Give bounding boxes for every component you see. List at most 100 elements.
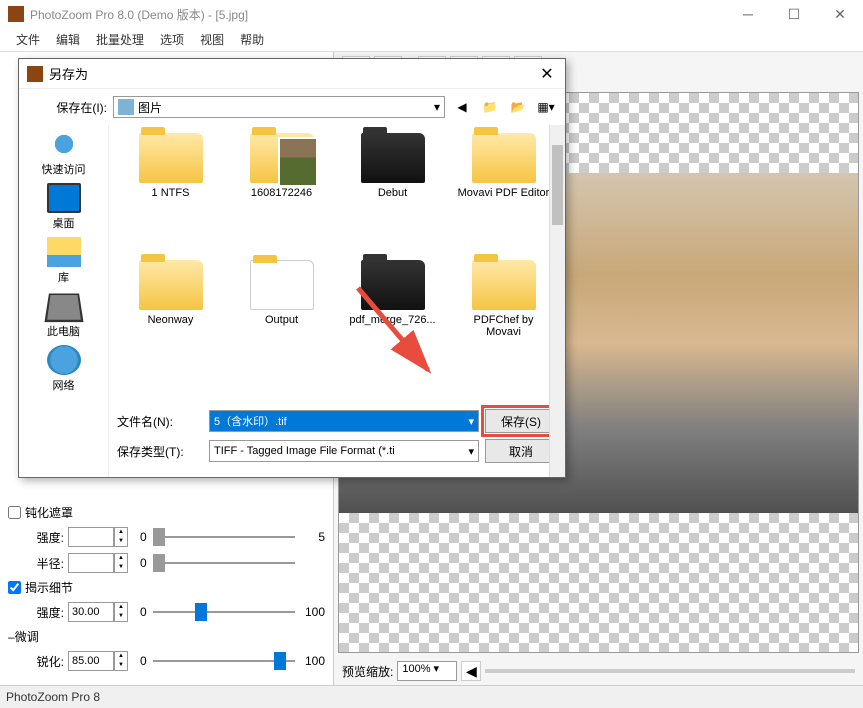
radius-slider[interactable]: [153, 553, 295, 573]
filename-input[interactable]: 5（含水印）.tif▾: [209, 410, 479, 432]
unsharp-mask-checkbox[interactable]: [8, 506, 21, 519]
save-as-dialog: 另存为 ✕ 保存在(I): 图片 ▾ ◀ 📁 📂 ▦▾ 快速访问桌面库此电脑网络…: [18, 58, 566, 478]
unsharp-mask-label: 钝化遮罩: [25, 504, 73, 521]
strength2-spinner[interactable]: ▲▼: [114, 602, 128, 622]
back-button[interactable]: ◀: [451, 96, 473, 118]
minimize-button[interactable]: ─: [725, 0, 771, 28]
place-label: 网络: [53, 377, 75, 393]
folder-icon: [472, 133, 536, 183]
file-label: Movavi PDF Editor: [458, 187, 550, 199]
fine-tune-header: – 微调: [8, 628, 325, 645]
folder-icon: [118, 99, 134, 115]
place-star[interactable]: 快速访问: [42, 129, 86, 177]
fine-tune-label: 微调: [15, 628, 39, 645]
dialog-close-button[interactable]: ✕: [537, 64, 557, 84]
app-icon: [8, 6, 24, 22]
sharp-min: 0: [140, 654, 147, 668]
strength2-label: 强度:: [8, 604, 64, 621]
new-folder-button[interactable]: 📂: [507, 96, 529, 118]
file-item[interactable]: 1 NTFS: [117, 133, 224, 256]
strength2-input[interactable]: [68, 602, 114, 622]
zoom-slider[interactable]: [485, 669, 855, 673]
menu-edit[interactable]: 编辑: [48, 29, 88, 50]
star-icon: [47, 129, 81, 159]
pc-icon: [44, 294, 83, 323]
place-desktop[interactable]: 桌面: [47, 183, 81, 231]
file-label: 1608172246: [251, 187, 312, 199]
cancel-button[interactable]: 取消: [485, 439, 557, 463]
close-button[interactable]: ✕: [817, 0, 863, 28]
file-item[interactable]: Movavi PDF Editor: [450, 133, 557, 256]
radius-input[interactable]: [68, 553, 114, 573]
dialog-location-bar: 保存在(I): 图片 ▾ ◀ 📁 📂 ▦▾: [19, 89, 565, 125]
place-net[interactable]: 网络: [47, 345, 81, 393]
radius-spinner[interactable]: ▲▼: [114, 553, 128, 573]
view-mode-button[interactable]: ▦▾: [535, 96, 557, 118]
strength1-slider[interactable]: [153, 527, 295, 547]
place-lib[interactable]: 库: [47, 237, 81, 285]
place-label: 此电脑: [47, 323, 80, 339]
file-item[interactable]: pdf_merge_726...: [339, 260, 446, 395]
radius-label: 半径:: [8, 555, 64, 572]
menubar: 文件 编辑 批量处理 选项 视图 帮助: [0, 28, 863, 52]
menu-file[interactable]: 文件: [8, 29, 48, 50]
folder-icon: [250, 133, 314, 183]
unsharp-mask-header: 钝化遮罩: [8, 504, 325, 521]
sharp-input[interactable]: [68, 651, 114, 671]
reveal-detail-checkbox[interactable]: [8, 581, 21, 594]
radius-min: 0: [140, 556, 147, 570]
window-titlebar: PhotoZoom Pro 8.0 (Demo 版本) - [5.jpg] ─ …: [0, 0, 863, 28]
file-item[interactable]: Debut: [339, 133, 446, 256]
menu-view[interactable]: 视图: [192, 29, 232, 50]
folder-icon: [361, 260, 425, 310]
menu-options[interactable]: 选项: [152, 29, 192, 50]
sharp-label: 锐化:: [8, 653, 64, 670]
save-button[interactable]: 保存(S): [485, 409, 557, 433]
file-grid[interactable]: 1 NTFS 1608172246 Debut Movavi PDF Editor Ne…: [109, 125, 565, 403]
strength1-max: 5: [301, 530, 325, 544]
sharp-spinner[interactable]: ▲▼: [114, 651, 128, 671]
up-button[interactable]: 📁: [479, 96, 501, 118]
strength1-min: 0: [140, 530, 147, 544]
folder-icon: [139, 260, 203, 310]
zoom-select[interactable]: 100% ▾: [397, 661, 457, 681]
folder-icon: [139, 133, 203, 183]
filetype-label: 保存类型(T):: [117, 443, 203, 460]
strength1-input[interactable]: [68, 527, 114, 547]
dialog-titlebar: 另存为 ✕: [19, 59, 565, 89]
place-label: 桌面: [53, 215, 75, 231]
file-item[interactable]: 1608172246: [228, 133, 335, 256]
places-bar: 快速访问桌面库此电脑网络: [19, 125, 109, 477]
file-label: Debut: [378, 187, 407, 199]
zoom-label: 预览缩放:: [342, 663, 393, 680]
maximize-button[interactable]: ☐: [771, 0, 817, 28]
reveal-detail-label: 揭示细节: [25, 579, 73, 596]
strength2-slider[interactable]: [153, 602, 295, 622]
place-label: 快速访问: [42, 161, 86, 177]
desktop-icon: [47, 183, 81, 213]
savein-combo[interactable]: 图片 ▾: [113, 96, 445, 118]
file-item[interactable]: Output: [228, 260, 335, 395]
folder-icon: [361, 133, 425, 183]
window-title: PhotoZoom Pro 8.0 (Demo 版本) - [5.jpg]: [30, 6, 248, 23]
folder-icon: [472, 260, 536, 310]
place-pc[interactable]: 此电脑: [47, 291, 81, 339]
menu-batch[interactable]: 批量处理: [88, 29, 152, 50]
zoom-out-button[interactable]: ◀: [461, 661, 481, 681]
net-icon: [47, 345, 81, 375]
place-label: 库: [58, 269, 69, 285]
menu-help[interactable]: 帮助: [232, 29, 272, 50]
status-text: PhotoZoom Pro 8: [6, 690, 100, 704]
lib-icon: [47, 237, 81, 267]
strength1-spinner[interactable]: ▲▼: [114, 527, 128, 547]
file-item[interactable]: PDFChef by Movavi: [450, 260, 557, 395]
filetype-select[interactable]: TIFF - Tagged Image File Format (*.ti▾: [209, 440, 479, 462]
savein-value: 图片: [138, 99, 162, 116]
sharp-slider[interactable]: [153, 651, 295, 671]
file-label: Output: [265, 314, 298, 326]
file-item[interactable]: Neonway: [117, 260, 224, 395]
file-scrollbar[interactable]: [549, 125, 565, 477]
strength1-label: 强度:: [8, 529, 64, 546]
file-label: 1 NTFS: [152, 187, 190, 199]
file-label: Neonway: [148, 314, 194, 326]
